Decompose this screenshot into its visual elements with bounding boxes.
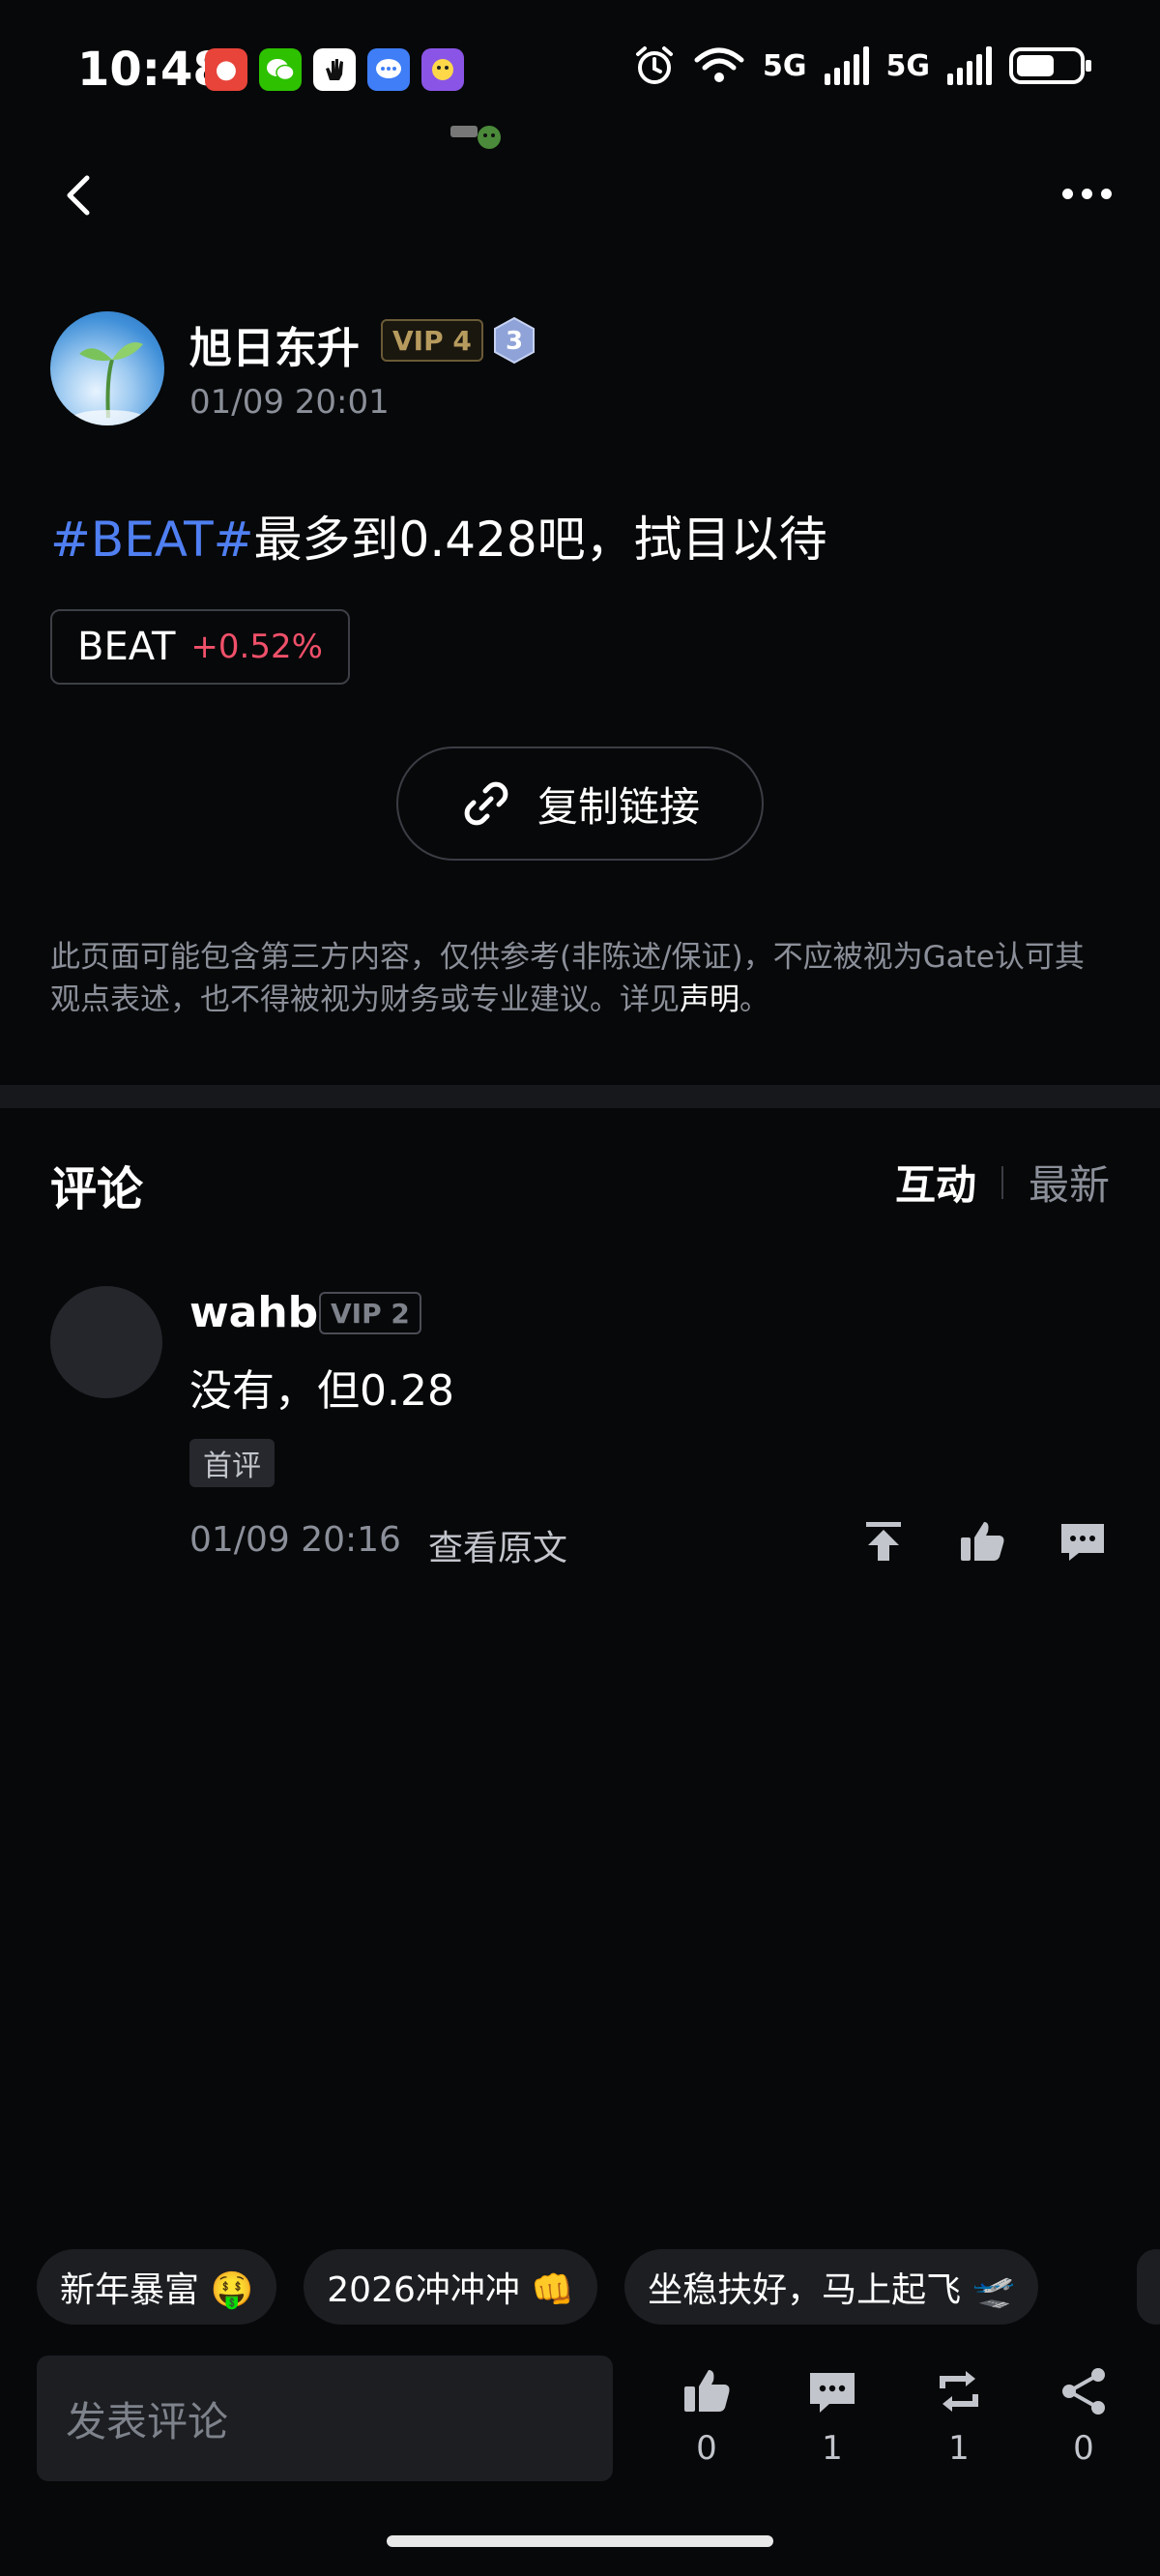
- game-app-icon: [421, 48, 464, 91]
- author-avatar[interactable]: [50, 311, 164, 425]
- wechat-icon: [259, 48, 302, 91]
- chevron-left-icon: [67, 175, 90, 216]
- view-original-link[interactable]: 查看原文: [428, 1520, 567, 1570]
- quick-reply-chip-overflow[interactable]: [1137, 2249, 1160, 2325]
- floating-app-icon: [449, 120, 505, 160]
- home-indicator[interactable]: [387, 2535, 773, 2547]
- author-level-badge: 3: [489, 315, 539, 366]
- thumbs-up-icon: [684, 2370, 730, 2412]
- commenter-vip-badge: VIP 2: [319, 1292, 421, 1334]
- alarm-icon: [636, 46, 673, 84]
- status-indicators: 5G 5G: [633, 44, 1091, 87]
- repost-icon: [940, 2371, 978, 2412]
- sort-tab-latest[interactable]: 最新: [1029, 1153, 1110, 1212]
- comment-count: 1: [822, 2429, 843, 2468]
- statement-link[interactable]: 声明: [680, 982, 740, 1017]
- svg-text:3: 3: [506, 327, 523, 356]
- copy-link-button[interactable]: 复制链接: [396, 746, 764, 861]
- coin-ticker-chip[interactable]: BEAT +0.52%: [50, 609, 350, 685]
- comment-timestamp: 01/09 20:16: [189, 1520, 401, 1560]
- author-name[interactable]: 旭日东升: [189, 313, 360, 375]
- section-divider: [0, 1085, 1160, 1108]
- comment-input[interactable]: 发表评论: [37, 2356, 613, 2481]
- repost-button[interactable]: 1: [915, 2363, 1002, 2468]
- hand-app-icon: [313, 48, 356, 91]
- quick-reply-chip[interactable]: 坐稳扶好，马上起飞 🛫: [624, 2249, 1039, 2325]
- share-button[interactable]: 0: [1040, 2363, 1127, 2468]
- status-time: 10:48: [77, 43, 225, 97]
- back-button[interactable]: [50, 164, 112, 226]
- author-vip-badge: VIP 4: [381, 319, 483, 362]
- comment-post-button[interactable]: 1: [789, 2363, 876, 2468]
- quick-reply-row: 新年暴富 🤑 2026冲冲冲 👊 坐稳扶好，马上起飞 🛫: [37, 2249, 1039, 2325]
- post-timestamp: 01/09 20:01: [189, 383, 390, 422]
- hexagon-level-icon: 3: [494, 316, 535, 365]
- network-type-2: 5G: [885, 48, 931, 83]
- disclaimer-text: 此页面可能包含第三方内容，仅供参考(非陈述/保证)，不应被视为Gate认可其观点…: [50, 940, 1085, 1017]
- quick-reply-chip[interactable]: 2026冲冲冲 👊: [304, 2249, 598, 2325]
- pin-top-icon: [866, 1522, 901, 1561]
- share-count: 0: [1073, 2429, 1094, 2468]
- pin-comment-button[interactable]: [856, 1514, 911, 1568]
- like-post-button[interactable]: 0: [663, 2363, 750, 2468]
- share-icon: [1062, 2368, 1105, 2415]
- more-options-button[interactable]: [1052, 170, 1121, 217]
- notification-app-icons: ●: [205, 48, 464, 91]
- coin-change: +0.52%: [190, 628, 323, 666]
- post-content: #BEAT#最多到0.428吧，拭目以待: [50, 501, 827, 571]
- red-app-icon: ●: [205, 48, 247, 91]
- comment-text: 没有，但0.28: [189, 1366, 454, 1416]
- signal-strength-2-icon: [947, 46, 992, 85]
- post-detail-screen: 10:48 ● 5G 5G 旭日东升 VIP 4 3 01/09 20:01 #…: [0, 0, 1160, 2576]
- copy-link-label: 复制链接: [536, 782, 700, 831]
- comment-sort-tabs: 互动 最新: [895, 1153, 1110, 1212]
- more-horizontal-icon: [1061, 188, 1073, 199]
- link-icon: [464, 781, 508, 826]
- reply-icon: [1061, 1524, 1104, 1561]
- repost-count: 1: [948, 2429, 970, 2468]
- like-count: 0: [696, 2429, 717, 2468]
- sort-divider: [1000, 1165, 1003, 1199]
- message-app-icon: [367, 48, 410, 91]
- commenter-avatar[interactable]: [50, 1286, 162, 1398]
- reply-comment-button[interactable]: [1056, 1514, 1110, 1568]
- commenter-name[interactable]: wahb: [189, 1288, 318, 1337]
- post-hashtag[interactable]: #BEAT#: [50, 512, 254, 568]
- comment-icon: [810, 2373, 855, 2413]
- comment-meta: 01/09 20:16 查看原文: [189, 1520, 567, 1570]
- comments-title: 评论: [50, 1162, 144, 1216]
- sort-tab-interaction[interactable]: 互动: [895, 1153, 976, 1212]
- wifi-icon: [694, 47, 744, 82]
- battery-icon: [1009, 47, 1091, 84]
- like-comment-button[interactable]: [955, 1514, 1009, 1568]
- quick-reply-chip[interactable]: 新年暴富 🤑: [37, 2249, 277, 2325]
- sprout-avatar-image: [70, 342, 147, 425]
- signal-strength-1-icon: [824, 46, 869, 85]
- thumbs-up-icon: [961, 1522, 1004, 1561]
- first-comment-tag: 首评: [189, 1439, 275, 1487]
- coin-symbol: BEAT: [77, 625, 176, 669]
- post-body: 最多到0.428吧，拭目以待: [253, 512, 827, 568]
- network-type-1: 5G: [763, 48, 807, 83]
